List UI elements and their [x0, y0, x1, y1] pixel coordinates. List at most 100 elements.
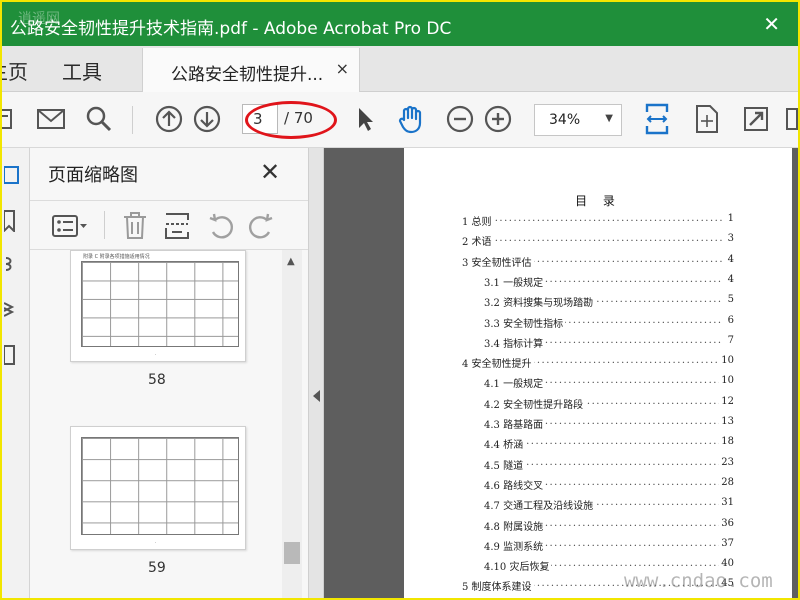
- left-navigation-rail: [2, 148, 30, 598]
- thumbnail-scrollbar[interactable]: ▲: [282, 250, 302, 598]
- document-tab-close-button[interactable]: ×: [336, 59, 349, 78]
- window-close-button[interactable]: ✕: [763, 12, 780, 36]
- toc-entry-page: 40: [719, 558, 734, 570]
- thumbnail-options-icon[interactable]: [50, 211, 90, 241]
- scrollbar-thumb[interactable]: [284, 542, 300, 564]
- toc-entry[interactable]: ........................................…: [484, 436, 734, 452]
- toc-entry-page: 23: [719, 456, 734, 468]
- fullscreen-icon[interactable]: [739, 102, 773, 136]
- layers-icon[interactable]: [3, 298, 26, 320]
- more-icon[interactable]: [782, 102, 798, 136]
- toc-entry[interactable]: ........................................…: [484, 476, 734, 492]
- toc-entry[interactable]: ........................................…: [462, 233, 734, 249]
- toc-entry-page: 10: [719, 355, 734, 367]
- rotate-clockwise-icon[interactable]: [246, 211, 276, 241]
- select-arrow-icon[interactable]: [348, 102, 382, 136]
- toc-entry-page: 18: [719, 436, 734, 448]
- toc-entry[interactable]: ........................................…: [484, 273, 734, 289]
- toc-entry-title: 1 总则: [462, 213, 494, 228]
- toc-entry-page: 1: [725, 213, 734, 224]
- page-thumbnails-panel: 页面缩略图 ✕ 附录 C 附录各项措施适用情况 · 58 · 59 ▲: [30, 148, 308, 598]
- toc-entry[interactable]: ........................................…: [484, 314, 734, 330]
- toc-entry-page: 37: [719, 537, 734, 549]
- search-icon[interactable]: [82, 102, 116, 136]
- toc-entry-title: 4.9 监测系统: [484, 537, 546, 553]
- zoom-value: 34%: [549, 112, 581, 128]
- page-thumbnails-icon[interactable]: [3, 164, 26, 186]
- toc-entry-title: 4.2 安全韧性提升路段: [484, 395, 586, 411]
- document-tab-label: 公路安全韧性提升...: [171, 65, 324, 85]
- panel-divider: [104, 211, 105, 239]
- tab-home[interactable]: 主页: [2, 56, 28, 85]
- toc-entry-title: 4.4 桥涵: [484, 436, 526, 452]
- toc-entry[interactable]: ........................................…: [484, 334, 734, 350]
- rotate-counterclockwise-icon[interactable]: [206, 211, 236, 241]
- scroll-up-icon[interactable]: ▲: [287, 256, 295, 267]
- toc-entry[interactable]: ........................................…: [484, 537, 734, 553]
- thumbnail-list: 附录 C 附录各项措施适用情况 · 58 · 59 ▲: [30, 250, 308, 598]
- mail-icon[interactable]: [34, 102, 68, 136]
- toc-entry[interactable]: ........................................…: [484, 517, 734, 533]
- toc-entry[interactable]: ........................................…: [462, 253, 734, 269]
- toc-entry-title: 3.1 一般规定: [484, 273, 546, 289]
- toc-entry-title: 5 制度体系建设: [462, 578, 534, 594]
- fit-width-icon[interactable]: [640, 102, 674, 136]
- toc-entry-page: 13: [719, 416, 734, 427]
- toc-entry[interactable]: ........................................…: [462, 355, 734, 371]
- zoom-select[interactable]: 34% ▼: [534, 104, 622, 136]
- pdf-page: 目 录 ....................................…: [404, 148, 792, 598]
- toc-entry[interactable]: ........................................…: [484, 416, 734, 431]
- toc-entry-title: 3 安全韧性评估: [462, 253, 534, 269]
- toc-entry-page: 28: [719, 476, 734, 488]
- page-down-icon[interactable]: [190, 102, 224, 136]
- toc-entry-title: 4.1 一般规定: [484, 375, 546, 391]
- toc-entry-page: 3: [725, 233, 734, 245]
- print-icon[interactable]: [2, 102, 20, 136]
- bookmarks-icon[interactable]: [3, 210, 26, 234]
- toc-entry-title: 4.6 路线交叉: [484, 476, 546, 492]
- toc-entry-title: 4.5 隧道: [484, 456, 526, 472]
- collapse-panel-icon[interactable]: [313, 390, 320, 402]
- tab-document[interactable]: 公路安全韧性提升... ×: [142, 48, 360, 92]
- toc-entry-page: 31: [719, 497, 734, 509]
- toc-title: 目 录: [575, 194, 621, 208]
- toc-entry-title: 3.2 资料搜集与现场踏勘: [484, 294, 596, 310]
- window-title: 公路安全韧性提升技术指南.pdf - Adobe Acrobat Pro DC: [10, 19, 452, 39]
- tab-bar: 主页 工具 公路安全韧性提升... ×: [2, 46, 798, 92]
- toc-entry-title: 4 安全韧性提升: [462, 355, 534, 371]
- toc-entry-title: 4.7 交通工程及沿线设施: [484, 497, 596, 513]
- toc-entry-page: 12: [719, 395, 734, 407]
- document-view: 目 录 ....................................…: [324, 148, 798, 598]
- toc-entry-title: 4.10 灾后恢复: [484, 558, 552, 574]
- toc-entry-title: 2 术语: [462, 233, 494, 249]
- toc-entry-title: 4.8 附属设施: [484, 517, 546, 533]
- toc-entry[interactable]: ........................................…: [484, 294, 734, 310]
- highlight-annotation: [245, 101, 337, 139]
- zoom-in-icon[interactable]: [481, 102, 515, 136]
- panel-close-button[interactable]: ✕: [260, 158, 280, 186]
- toc-leader-dots: ........................................…: [462, 213, 722, 224]
- toc-entry-page: 7: [725, 334, 734, 346]
- delete-icon[interactable]: [120, 211, 150, 241]
- toc-entry-page: 10: [719, 375, 734, 387]
- signatures-icon[interactable]: [3, 344, 26, 366]
- thumbnail-label: 59: [148, 560, 166, 576]
- extract-pages-icon[interactable]: [162, 211, 192, 241]
- toc-entry-page: 4: [725, 273, 734, 285]
- thumbnail-page-59[interactable]: ·: [70, 426, 246, 550]
- toc-entry[interactable]: ........................................…: [484, 395, 734, 411]
- thumbnail-table: [81, 437, 239, 535]
- hand-icon[interactable]: [394, 102, 428, 136]
- toc-entry[interactable]: ........................................…: [484, 456, 734, 472]
- attachments-icon[interactable]: [4, 254, 26, 276]
- toc-entry[interactable]: ........................................…: [484, 497, 734, 513]
- tab-tools[interactable]: 工具: [62, 56, 102, 85]
- thumbnail-page-58[interactable]: 附录 C 附录各项措施适用情况 ·: [70, 250, 246, 362]
- panel-splitter[interactable]: [308, 148, 324, 598]
- fit-page-icon[interactable]: [690, 102, 724, 136]
- toc-entry[interactable]: ........................................…: [462, 213, 734, 228]
- toc-entry[interactable]: ........................................…: [484, 375, 734, 391]
- page-up-icon[interactable]: [152, 102, 186, 136]
- zoom-out-icon[interactable]: [443, 102, 477, 136]
- thumbnail-page-number: ·: [155, 540, 157, 545]
